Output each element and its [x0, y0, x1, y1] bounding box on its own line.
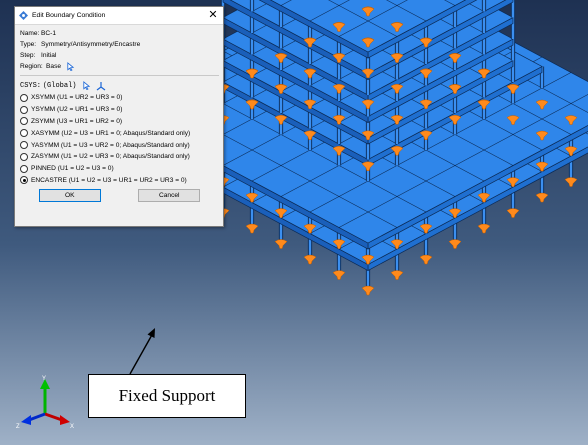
annotation-arrow — [129, 328, 155, 375]
coordinate-triad: Y X Z — [16, 376, 74, 430]
triad-y-label: Y — [42, 376, 46, 382]
triad-x-label: X — [70, 424, 74, 430]
triad-z-label: Z — [16, 424, 20, 430]
